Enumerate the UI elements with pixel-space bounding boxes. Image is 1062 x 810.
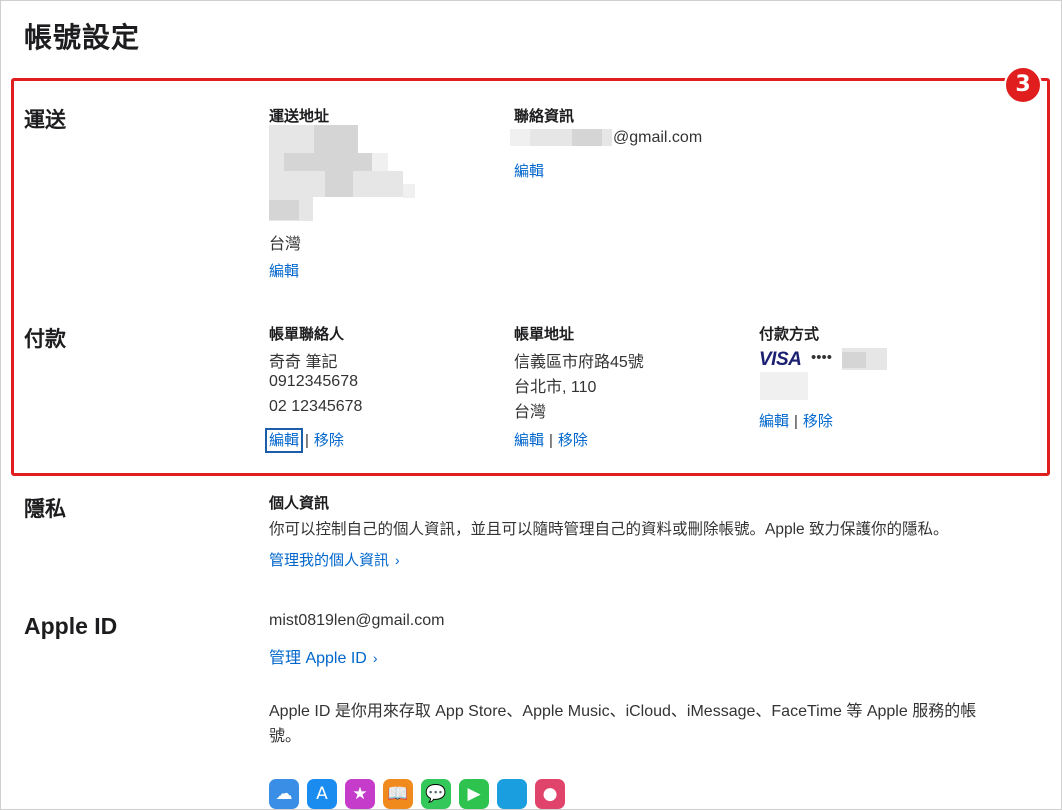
billing-address-actions: 編輯 | 移除	[514, 429, 588, 450]
separator: |	[794, 413, 798, 430]
separator: |	[305, 432, 309, 449]
billing-address-title: 帳單地址	[514, 326, 575, 343]
manage-apple-id-link[interactable]: 管理 Apple ID ›	[269, 644, 378, 668]
billing-contact-title: 帳單聯絡人	[269, 326, 345, 343]
privacy-section-title: 隱私	[24, 498, 66, 521]
messages-icon: 💬	[421, 779, 451, 809]
payment-method-edit-link[interactable]: 編輯	[759, 413, 789, 430]
personal-info-title: 個人資訊	[269, 495, 330, 512]
card-number-mask: ••••	[811, 349, 833, 366]
shipping-section-title: 運送	[24, 109, 66, 132]
billing-address-edit-link[interactable]: 編輯	[514, 432, 544, 449]
payment-method-title: 付款方式	[759, 326, 820, 343]
game-center-icon: ●	[535, 779, 565, 809]
payment-method-actions: 編輯 | 移除	[759, 410, 833, 431]
itunes-store-icon: ★	[345, 779, 375, 809]
payment-method-remove-link[interactable]: 移除	[803, 413, 833, 430]
shipping-address-title: 運送地址	[269, 108, 330, 125]
billing-contact-phone2: 02 12345678	[269, 398, 363, 415]
apple-id-section-title: Apple ID	[24, 613, 118, 639]
billing-address-country: 台灣	[514, 404, 547, 421]
apple-store-icon	[497, 779, 527, 809]
billing-address-remove-link[interactable]: 移除	[558, 432, 588, 449]
shipping-address-edit-link[interactable]: 編輯	[269, 260, 299, 281]
app-store-icon: A	[307, 779, 337, 809]
separator: |	[549, 432, 553, 449]
chevron-right-icon: ›	[395, 552, 400, 568]
books-icon: 📖	[383, 779, 413, 809]
contact-edit-link[interactable]: 編輯	[514, 160, 544, 181]
visa-logo-icon: VISA	[759, 349, 802, 370]
contact-info-title: 聯絡資訊	[514, 108, 575, 125]
billing-address-line2: 台北市, 110	[514, 379, 597, 396]
privacy-description: 你可以控制自己的個人資訊，並且可以隨時管理自己的資料或刪除帳號。Apple 致力…	[269, 521, 949, 538]
icloud-icon: ☁	[269, 779, 299, 809]
manage-personal-info-label: 管理我的個人資訊	[269, 552, 390, 569]
facetime-icon: ▶	[459, 779, 489, 809]
billing-contact-name: 奇奇 筆記	[269, 354, 338, 371]
billing-contact-actions: 編輯 | 移除	[264, 428, 344, 453]
billing-contact-phone1: 0912345678	[269, 373, 358, 390]
shipping-country: 台灣	[269, 236, 302, 253]
apple-id-email: mist0819len@gmail.com	[269, 612, 445, 629]
page-title: 帳號設定	[24, 22, 141, 53]
chevron-right-icon: ›	[372, 650, 378, 666]
payment-section-title: 付款	[24, 328, 66, 351]
contact-email: @gmail.com	[613, 129, 703, 146]
billing-contact-remove-link[interactable]: 移除	[314, 432, 344, 449]
billing-contact-edit-link[interactable]: 編輯	[264, 428, 304, 453]
manage-personal-info-link[interactable]: 管理我的個人資訊 ›	[269, 549, 400, 570]
step-badge: 3	[1004, 66, 1042, 104]
manage-apple-id-label: 管理 Apple ID	[269, 650, 367, 667]
billing-address-line1: 信義區市府路45號	[514, 354, 644, 371]
apple-id-description: Apple ID 是你用來存取 App Store、Apple Music、iC…	[269, 703, 977, 745]
